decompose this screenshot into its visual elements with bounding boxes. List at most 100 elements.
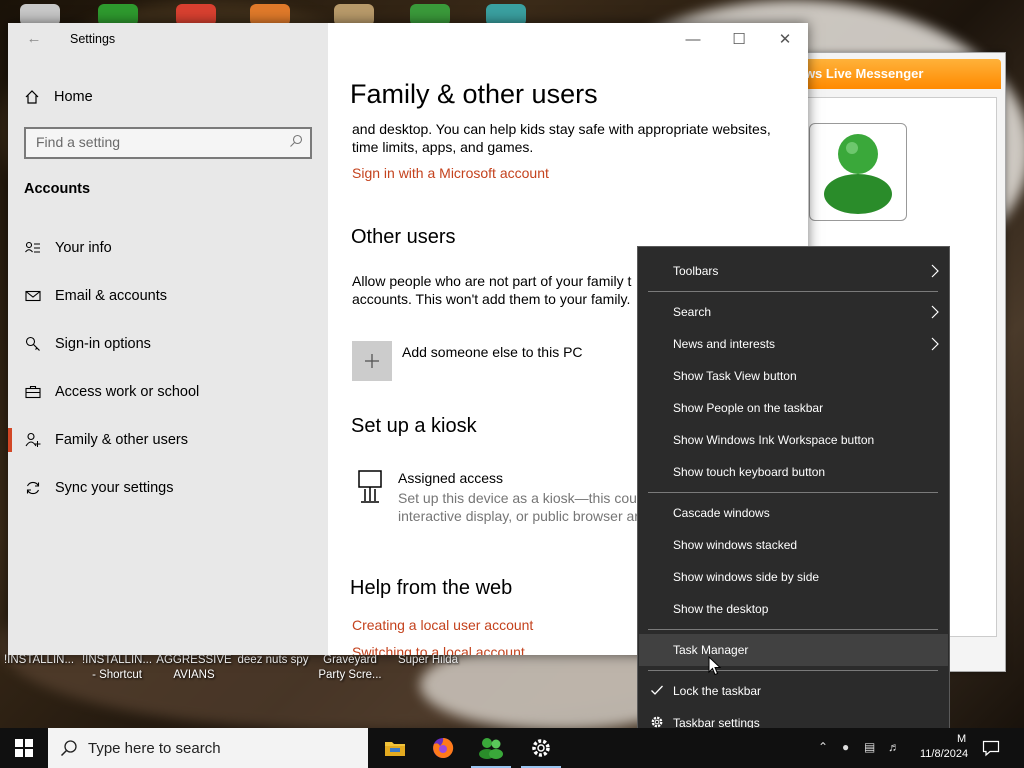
plus-icon [365,354,379,368]
taskbar-context-menu: Toolbars Search News and interests Show … [637,246,950,747]
nav-item-label: Family & other users [55,432,188,448]
tray-volume-icon[interactable]: ♬ [888,740,900,754]
other-users-text: accounts. This won't add them to your fa… [352,291,631,307]
help-link[interactable]: Switching to a local account [352,644,525,655]
menu-item-touch-keyboard[interactable]: Show touch keyboard button [639,456,948,488]
taskbar-app-settings[interactable] [517,728,565,768]
menu-item-label: News and interests [673,337,776,351]
add-someone-button[interactable] [352,341,392,381]
tray-network-icon[interactable]: ▤ [864,740,875,754]
menu-item-task-view[interactable]: Show Task View button [639,360,948,392]
settings-sidebar: ← Settings Home Find a setting Accounts … [8,23,328,655]
menu-item-label: Cascade windows [673,506,770,520]
back-button[interactable]: ← [22,29,46,51]
desktop-icon-label: AVIANS [173,669,215,681]
desktop-icon[interactable]: !INSTALLIN... [0,653,80,668]
menu-item-label: Show People on the taskbar [673,401,824,415]
home-icon [25,90,39,104]
menu-item-label: Task Manager [673,643,749,657]
find-setting-input[interactable]: Find a setting [24,127,312,159]
menu-item-stacked[interactable]: Show windows stacked [639,529,948,561]
help-heading: Help from the web [350,577,513,599]
menu-item-search[interactable]: Search [639,296,948,328]
menu-item-label: Show windows side by side [673,570,820,584]
windows-logo-icon [15,739,33,757]
nav-item-your-info[interactable]: Your info [8,228,328,268]
nav-item-label: Your info [55,240,112,256]
taskbar-app-messenger[interactable] [467,728,515,768]
help-link[interactable]: Creating a local user account [352,617,533,633]
add-someone-label[interactable]: Add someone else to this PC [402,343,583,361]
messenger-avatar [809,123,907,221]
menu-separator [648,670,938,671]
desktop-icon[interactable]: AGGRESSIVE AVIANS [153,653,235,683]
sync-icon [26,481,40,495]
find-setting-placeholder: Find a setting [36,134,121,150]
nav-home[interactable]: Home [24,85,93,109]
search-icon [60,740,77,757]
menu-item-ink-workspace[interactable]: Show Windows Ink Workspace button [639,424,948,456]
other-users-text: Allow people who are not part of your fa… [352,273,632,289]
menu-separator [648,629,938,630]
nav-item-access-work[interactable]: Access work or school [8,372,328,412]
family-icon [25,432,41,447]
menu-item-task-manager[interactable]: Task Manager [639,634,948,666]
signin-microsoft-link[interactable]: Sign in with a Microsoft account [352,165,549,181]
messenger-icon [479,738,503,759]
menu-item-cascade[interactable]: Cascade windows [639,497,948,529]
desktop-icon-label: Graveyard [323,654,377,666]
menu-item-people[interactable]: Show People on the taskbar [639,392,948,424]
menu-item-show-desktop[interactable]: Show the desktop [639,593,948,625]
intro-text: time limits, apps, and games. [352,139,534,155]
tray-chevron-icon[interactable]: ⌃ [818,740,828,754]
desktop-icon-label: !INSTALLIN... [81,654,153,666]
clock-time: M [956,733,967,745]
desktop-icon[interactable]: deez nuts spy [232,653,314,668]
assigned-access-title[interactable]: Assigned access [398,469,503,487]
window-title: Settings [70,32,116,46]
nav-item-family-other-users[interactable]: Family & other users [8,420,328,460]
menu-item-label: Lock the taskbar [673,684,762,698]
nav-item-email-accounts[interactable]: Email & accounts [8,276,328,316]
desktop-icon[interactable]: Super Hilda [387,653,469,668]
chevron-right-icon [931,264,939,278]
taskbar-search-box[interactable]: Type here to search [48,728,368,768]
nav-item-label: Email & accounts [55,288,168,304]
menu-item-side-by-side[interactable]: Show windows side by side [639,561,948,593]
messenger-title-bar[interactable]: ows Live Messenger [787,59,1001,89]
section-heading: Accounts [24,181,91,197]
tray-app-icon[interactable]: ● [842,740,849,754]
menu-item-lock-taskbar[interactable]: Lock the taskbar [639,675,948,707]
nav-home-label: Home [54,89,93,105]
start-button[interactable] [0,728,48,768]
menu-item-toolbars[interactable]: Toolbars [639,255,948,287]
other-users-heading: Other users [351,226,456,248]
settings-gear-icon [532,739,550,757]
menu-item-label: Show windows stacked [673,538,798,552]
taskbar-search-placeholder: Type here to search [88,739,221,757]
desktop-icon[interactable]: !INSTALLIN... - Shortcut [76,653,158,683]
assigned-access-desc: interactive display, or public browser a… [398,508,639,524]
desktop-icon-label: !INSTALLIN... [3,654,75,666]
firefox-icon [433,737,454,758]
taskbar-app-firefox[interactable] [419,728,467,768]
chevron-right-icon [931,305,939,319]
taskbar-app-file-explorer[interactable] [371,728,419,768]
nav-item-label: Access work or school [55,384,200,400]
chevron-right-icon [931,337,939,351]
assigned-access-desc: Set up this device as a kiosk—this coul [398,490,641,506]
notifications-icon[interactable] [982,739,1000,757]
nav-item-sync-settings[interactable]: Sync your settings [8,468,328,508]
nav-item-sign-in-options[interactable]: Sign-in options [8,324,328,364]
desktop-icon[interactable]: Graveyard Party Scre... [309,653,391,683]
kiosk-icon [358,470,382,503]
desktop-icon-label: deez nuts spy [237,654,309,666]
back-arrow-icon: ← [26,30,42,47]
menu-item-label: Toolbars [673,264,719,278]
page-title: Family & other users [350,79,598,109]
taskbar: Type here to search ⌃ ● ▤ ♬ M 11/8/2024 [0,728,1024,768]
taskbar-clock[interactable]: M 11/8/2024 [920,732,968,762]
menu-item-label: Show touch keyboard button [673,465,826,479]
menu-item-label: Show Windows Ink Workspace button [673,433,875,447]
menu-item-news-interests[interactable]: News and interests [639,328,948,360]
